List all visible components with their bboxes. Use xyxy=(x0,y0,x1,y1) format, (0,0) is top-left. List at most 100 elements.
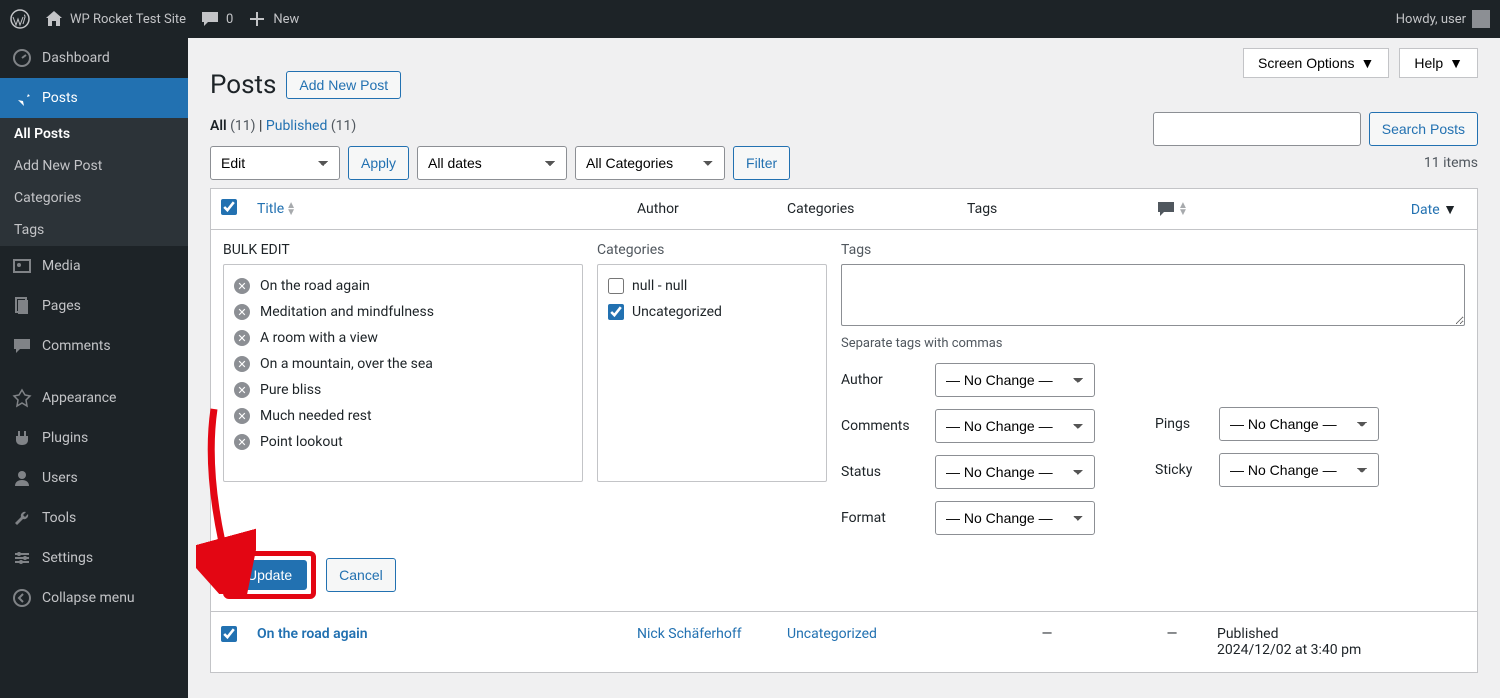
remove-icon[interactable]: ✕ xyxy=(234,434,250,450)
update-button[interactable]: Update xyxy=(232,560,307,590)
pages-icon xyxy=(12,296,32,316)
col-tags[interactable]: Tags xyxy=(957,189,1137,230)
row-date-status: Published xyxy=(1217,626,1278,642)
plugins-icon xyxy=(12,428,32,448)
sidebar-item-label: Pages xyxy=(42,298,81,314)
bulk-title-item: ✕On the road again xyxy=(234,273,572,299)
remove-icon[interactable]: ✕ xyxy=(234,382,250,398)
submenu-tags[interactable]: Tags xyxy=(0,214,188,246)
posts-table: Title▲▼ Author Categories Tags ▲▼ Date ▼… xyxy=(210,188,1478,673)
sidebar-collapse[interactable]: Collapse menu xyxy=(0,578,188,618)
status-select[interactable]: — No Change — xyxy=(935,455,1095,489)
sidebar-item-users[interactable]: Users xyxy=(0,458,188,498)
remove-icon[interactable]: ✕ xyxy=(234,330,250,346)
sidebar-item-label: Collapse menu xyxy=(42,590,135,606)
sidebar-item-plugins[interactable]: Plugins xyxy=(0,418,188,458)
sticky-select[interactable]: — No Change — xyxy=(1219,453,1379,487)
submenu-add-new[interactable]: Add New Post xyxy=(0,150,188,182)
comments-shortcut[interactable]: 0 xyxy=(200,9,233,29)
submenu-all-posts[interactable]: All Posts xyxy=(0,118,188,150)
sidebar-item-label: Media xyxy=(42,258,81,274)
bulk-title-item: ✕On a mountain, over the sea xyxy=(234,351,572,377)
sidebar-item-label: Posts xyxy=(42,90,78,106)
items-count: 11 items xyxy=(1424,155,1478,171)
author-label: Author xyxy=(841,372,921,388)
filter-button[interactable]: Filter xyxy=(733,146,790,180)
help-label: Help xyxy=(1414,55,1443,71)
col-categories[interactable]: Categories xyxy=(777,189,957,230)
sticky-label: Sticky xyxy=(1155,462,1205,478)
cancel-button[interactable]: Cancel xyxy=(326,558,396,592)
filter-published[interactable]: Published (11) xyxy=(266,118,356,134)
new-label: New xyxy=(273,12,299,27)
row-checkbox[interactable] xyxy=(221,626,237,642)
category-checkbox[interactable] xyxy=(608,304,624,320)
tags-textarea[interactable] xyxy=(841,264,1465,326)
select-all-checkbox[interactable] xyxy=(221,199,237,215)
sort-desc-icon: ▼ xyxy=(1443,202,1457,218)
remove-icon[interactable]: ✕ xyxy=(234,356,250,372)
comment-icon xyxy=(200,9,220,29)
bulk-title-item: ✕Much needed rest xyxy=(234,403,572,429)
sidebar-item-settings[interactable]: Settings xyxy=(0,538,188,578)
col-author[interactable]: Author xyxy=(627,189,777,230)
sidebar-item-appearance[interactable]: Appearance xyxy=(0,378,188,418)
comments-label: Comments xyxy=(841,418,921,434)
bulk-title-item: ✕A room with a view xyxy=(234,325,572,351)
content-area: Screen Options ▼ Help ▼ Posts Add New Po… xyxy=(188,38,1500,698)
row-author-link[interactable]: Nick Schäferhoff xyxy=(637,626,742,642)
tags-label: Tags xyxy=(841,242,1465,258)
col-title[interactable]: Title xyxy=(257,201,284,217)
apply-button[interactable]: Apply xyxy=(348,146,409,180)
submenu-categories[interactable]: Categories xyxy=(0,182,188,214)
sort-icon: ▲▼ xyxy=(1178,202,1188,216)
new-content[interactable]: New xyxy=(247,9,299,29)
sidebar-item-label: Tools xyxy=(42,510,76,526)
remove-icon[interactable]: ✕ xyxy=(234,304,250,320)
dates-filter-select[interactable]: All dates xyxy=(417,146,567,180)
table-row: On the road again Nick Schäferhoff Uncat… xyxy=(211,612,1478,673)
filter-all[interactable]: All (11) xyxy=(210,118,256,134)
sort-icon: ▲▼ xyxy=(286,202,296,216)
search-input[interactable] xyxy=(1153,112,1361,146)
format-select[interactable]: — No Change — xyxy=(935,501,1095,535)
bulk-title-item: ✕Meditation and mindfulness xyxy=(234,299,572,325)
categories-filter-select[interactable]: All Categories xyxy=(575,146,725,180)
sidebar-item-pages[interactable]: Pages xyxy=(0,286,188,326)
author-select[interactable]: — No Change — xyxy=(935,363,1095,397)
bulk-edit-row: BULK EDIT ✕On the road again ✕Meditation… xyxy=(211,230,1478,612)
category-checkbox[interactable] xyxy=(608,278,624,294)
settings-icon xyxy=(12,548,32,568)
screen-options-button[interactable]: Screen Options ▼ xyxy=(1243,48,1389,78)
comment-icon xyxy=(1156,199,1176,219)
row-title-link[interactable]: On the road again xyxy=(257,626,368,642)
status-label: Status xyxy=(841,464,921,480)
search-posts-button[interactable]: Search Posts xyxy=(1369,112,1478,146)
howdy-user[interactable]: Howdy, user xyxy=(1396,10,1490,28)
row-date: 2024/12/02 at 3:40 pm xyxy=(1217,642,1361,658)
sidebar-item-label: Plugins xyxy=(42,430,88,446)
comments-select[interactable]: — No Change — xyxy=(935,409,1095,443)
site-home[interactable]: WP Rocket Test Site xyxy=(44,9,186,29)
sidebar-item-posts[interactable]: Posts xyxy=(0,78,188,118)
sidebar-item-dashboard[interactable]: Dashboard xyxy=(0,38,188,78)
chevron-down-icon: ▼ xyxy=(1449,55,1463,71)
category-label: null - null xyxy=(632,278,687,294)
sidebar-item-comments[interactable]: Comments xyxy=(0,326,188,366)
pings-select[interactable]: — No Change — xyxy=(1219,407,1379,441)
sidebar-item-tools[interactable]: Tools xyxy=(0,498,188,538)
sidebar-item-media[interactable]: Media xyxy=(0,246,188,286)
col-date[interactable]: Date xyxy=(1411,202,1440,218)
media-icon xyxy=(12,256,32,276)
comment-icon xyxy=(12,336,32,356)
remove-icon[interactable]: ✕ xyxy=(234,408,250,424)
help-button[interactable]: Help ▼ xyxy=(1399,48,1478,78)
wp-logo[interactable] xyxy=(10,9,30,29)
remove-icon[interactable]: ✕ xyxy=(234,278,250,294)
add-new-post-button[interactable]: Add New Post xyxy=(286,71,401,99)
bulk-action-select[interactable]: Edit xyxy=(210,146,340,180)
tools-icon xyxy=(12,508,32,528)
row-category-link[interactable]: Uncategorized xyxy=(787,626,877,642)
howdy-text: Howdy, user xyxy=(1396,12,1466,27)
sidebar-item-label: Dashboard xyxy=(42,50,110,66)
